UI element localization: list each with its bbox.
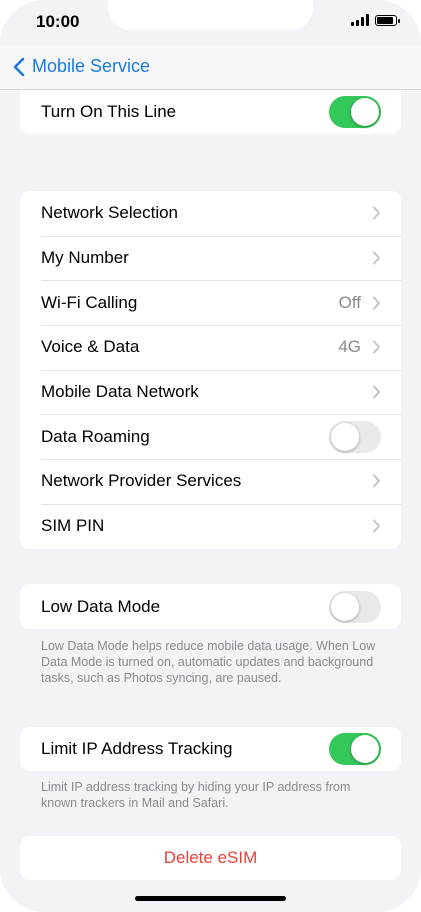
network-selection-label: Network Selection <box>41 203 179 223</box>
status-bar: 10:00 <box>0 0 421 46</box>
wifi-calling-value: Off <box>338 292 361 312</box>
data-roaming-label: Data Roaming <box>41 426 150 446</box>
my-number-row[interactable]: My Number <box>20 235 401 281</box>
limit-ip-group: Limit IP Address Tracking <box>20 727 401 771</box>
delete-esim-button[interactable]: Delete eSIM <box>20 836 401 880</box>
delete-esim-group: Delete eSIM <box>20 836 401 880</box>
back-button[interactable]: Mobile Service <box>12 56 150 77</box>
network-settings-group: Network Selection My Number Wi-Fi Callin… <box>20 191 401 549</box>
chevron-right-icon <box>373 474 380 488</box>
network-selection-row[interactable]: Network Selection <box>20 191 401 236</box>
sim-pin-label: SIM PIN <box>41 516 105 536</box>
chevron-right-icon <box>373 519 380 533</box>
notch <box>108 0 313 30</box>
voice-data-value: 4G <box>338 337 361 357</box>
status-time: 10:00 <box>36 12 80 31</box>
voice-data-row[interactable]: Voice & Data 4G <box>20 325 401 370</box>
my-number-label: My Number <box>41 248 129 268</box>
network-provider-services-row[interactable]: Network Provider Services <box>20 459 401 504</box>
voice-data-label: Voice & Data <box>41 337 140 357</box>
low-data-mode-toggle[interactable] <box>329 590 381 623</box>
data-roaming-row: Data Roaming <box>20 414 401 459</box>
turn-on-line-label: Turn On This Line <box>41 102 177 121</box>
mobile-data-network-row[interactable]: Mobile Data Network <box>20 369 401 415</box>
signal-icon <box>351 14 369 26</box>
chevron-right-icon <box>373 206 380 220</box>
chevron-right-icon <box>373 340 380 354</box>
line-group: Turn On This Line <box>20 90 401 134</box>
phone-screen: 10:00 Mobile Service Turn On This Line N… <box>0 0 421 912</box>
back-button-label: Mobile Service <box>32 56 151 76</box>
sim-pin-row[interactable]: SIM PIN <box>20 503 401 549</box>
battery-icon <box>375 14 400 26</box>
data-roaming-toggle[interactable] <box>329 420 381 453</box>
low-data-mode-label: Low Data Mode <box>41 596 161 616</box>
home-indicator <box>135 896 286 901</box>
delete-esim-label: Delete eSIM <box>163 848 258 867</box>
low-data-mode-group: Low Data Mode <box>20 584 401 629</box>
low-data-mode-row: Low Data Mode <box>20 584 401 629</box>
status-icons <box>351 14 400 26</box>
chevron-right-icon <box>373 296 380 310</box>
wifi-calling-row[interactable]: Wi-Fi Calling Off <box>20 280 401 325</box>
network-provider-services-label: Network Provider Services <box>41 471 242 491</box>
limit-ip-label: Limit IP Address Tracking <box>41 739 233 758</box>
turn-on-line-row: Turn On This Line <box>20 90 401 134</box>
mobile-data-network-label: Mobile Data Network <box>41 382 199 402</box>
chevron-right-icon <box>373 385 380 399</box>
turn-on-line-toggle[interactable] <box>329 96 381 128</box>
limit-ip-toggle[interactable] <box>329 733 381 765</box>
chevron-right-icon <box>373 251 380 265</box>
limit-ip-footnote: Limit IP address tracking by hiding your… <box>41 780 351 810</box>
limit-ip-row: Limit IP Address Tracking <box>20 727 401 771</box>
wifi-calling-label: Wi-Fi Calling <box>41 292 138 312</box>
low-data-mode-footnote: Low Data Mode helps reduce mobile data u… <box>41 639 376 685</box>
chevron-left-icon <box>13 57 25 76</box>
navigation-bar: Mobile Service <box>0 46 421 90</box>
